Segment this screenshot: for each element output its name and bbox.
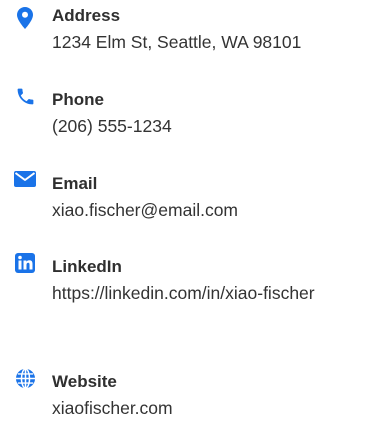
phone-label: Phone xyxy=(52,90,104,109)
website-value[interactable]: xiaofischer.com xyxy=(52,395,377,422)
contact-list: Address 1234 Elm St, Seattle, WA 98101 P… xyxy=(0,0,385,419)
linkedin-icon xyxy=(14,252,36,274)
address-label: Address xyxy=(52,6,121,25)
envelope-icon xyxy=(14,168,36,190)
email-value[interactable]: xiao.fischer@email.com xyxy=(52,197,377,224)
address-value: 1234 Elm St, Seattle, WA 98101 xyxy=(52,32,302,52)
phone-icon xyxy=(14,85,36,107)
email-text: Email xiao.fischer@email.com xyxy=(52,173,377,224)
website-text: Website xiaofischer.com xyxy=(52,371,377,422)
globe-icon xyxy=(14,367,36,389)
website-label: Website xyxy=(52,372,117,391)
phone-text: Phone (206) 555-1234 xyxy=(52,89,377,140)
address-text: Address 1234 Elm St, Seattle, WA 98101 xyxy=(52,5,377,56)
map-pin-icon xyxy=(14,7,36,29)
linkedin-value[interactable]: https://linkedin.com/in/xiao-fischer xyxy=(52,280,342,307)
email-label: Email xyxy=(52,174,98,193)
linkedin-text: LinkedIn https://linkedin.com/in/xiao-fi… xyxy=(52,256,377,307)
phone-value[interactable]: (206) 555-1234 xyxy=(52,113,377,140)
linkedin-label: LinkedIn xyxy=(52,257,122,276)
